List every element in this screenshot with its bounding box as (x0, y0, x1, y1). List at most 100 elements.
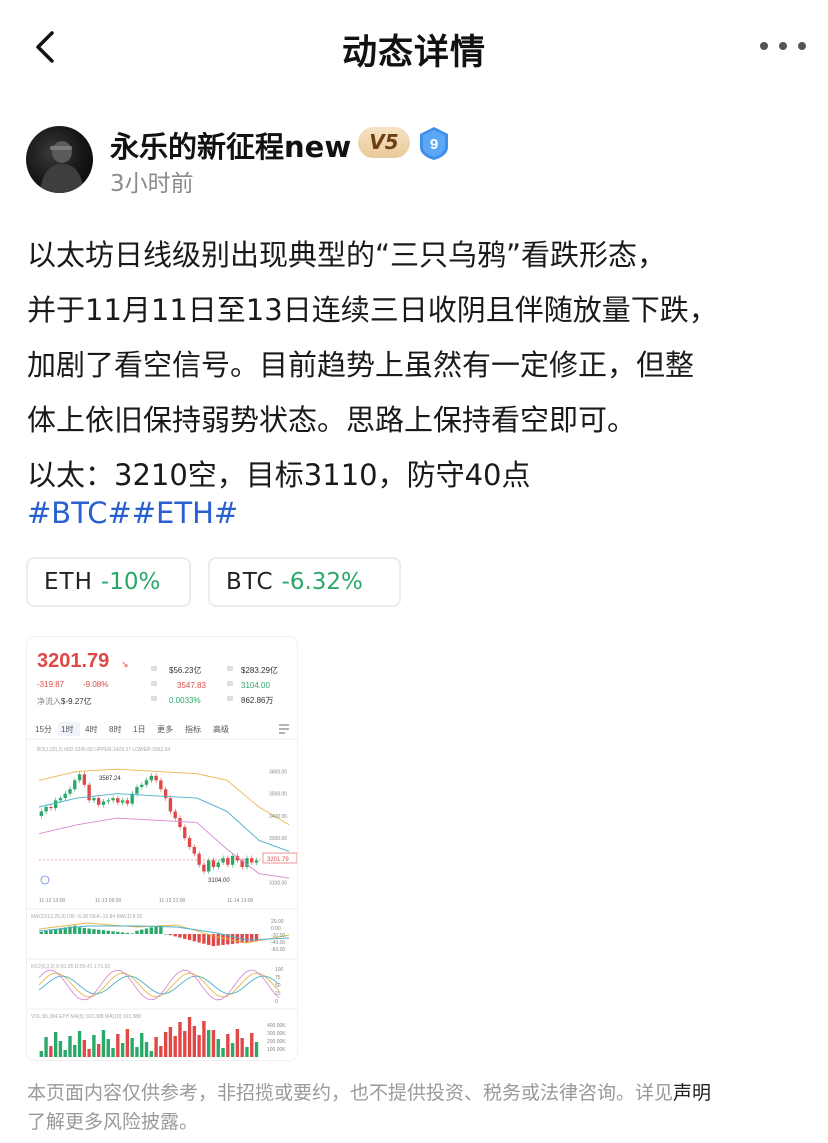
chart-candle (44, 807, 48, 812)
chart-stat: 862.86万 (241, 696, 273, 705)
chart-x-tick: 11-13 21:00 (159, 898, 186, 904)
chart-kdj-tick: 100 (275, 967, 284, 973)
chart-macd-bar (178, 934, 182, 938)
chart-macd-bar (206, 934, 211, 945)
chart-volume-bar (254, 1042, 259, 1057)
chart-candle (216, 862, 220, 867)
coin-symbol: BTC (226, 569, 274, 595)
chart-volume-bar (96, 1044, 101, 1057)
chart-macd-bar (163, 934, 168, 935)
chart-x-tick: 11-12 13:00 (39, 898, 66, 904)
chart-macd-bar (120, 932, 125, 934)
chart-volume-bar (168, 1027, 173, 1057)
chart-volume-bar (63, 1050, 67, 1057)
chart-indicator-legend: BOLL(20,2) MID:3245.66 UPPER:3429.37 LOW… (37, 747, 170, 753)
nav-bar: 动态详情 (0, 0, 828, 96)
vip-badge: V5 (358, 127, 410, 158)
chart-volume-bar (68, 1036, 72, 1057)
chart-macd-bar (82, 927, 87, 934)
chart-y-tick: 3100.00 (269, 881, 287, 887)
disclaimer-link[interactable]: 声明 (673, 1082, 711, 1104)
chart-volume-bar (140, 1033, 144, 1057)
risk-disclaimer: 本页面内容仅供参考，非招揽或要约，也不提供投资、税务或法律咨询。详见声明 了解更… (27, 1079, 817, 1137)
chart-kdj-tick: 25 (275, 991, 281, 997)
chart-candle (149, 775, 153, 781)
chart-price: 3201.79 (37, 650, 109, 672)
coin-symbol: ETH (44, 569, 93, 595)
chart-volume-bar (106, 1039, 110, 1057)
chart-candle (92, 798, 96, 801)
avatar[interactable] (26, 126, 93, 193)
level-badge: 9 (417, 125, 451, 161)
chart-volume-bar (245, 1047, 249, 1057)
chart-tab: 1时 (61, 724, 73, 734)
chart-kdj-tick: 0 (275, 999, 278, 1005)
more-dot-icon (779, 42, 787, 50)
chart-volume-bar (149, 1051, 153, 1057)
chart-macd-bar (168, 934, 173, 936)
author-name[interactable]: 永乐的新征程new (110, 124, 351, 166)
hashtag-links[interactable]: #BTC##ETH# (27, 496, 238, 530)
chart-volume-bar (183, 1031, 187, 1057)
disclaimer-text: 本页面内容仅供参考，非招揽或要约，也不提供投资、税务或法律咨询。详见 (27, 1082, 674, 1104)
chart-macd-bar (87, 928, 91, 934)
chart-volume-bar (235, 1029, 240, 1057)
chart-macd-bar (144, 928, 149, 934)
chart-y-tick: 3600.00 (269, 769, 287, 775)
chart-macd-bar (39, 931, 43, 934)
chart-macd-bar (183, 934, 187, 939)
chart-candle (101, 801, 106, 805)
chart-volume-bar (87, 1049, 91, 1057)
coin-change: -10% (100, 569, 161, 595)
chart-candle (183, 827, 187, 839)
chart-boll-lower-line (38, 817, 290, 879)
chart-volume-bar (178, 1022, 182, 1057)
chart-y-tick: 3400.00 (269, 814, 287, 820)
chart-macd-bar (202, 934, 206, 944)
chart-macd-tick: -60.00 (271, 947, 285, 953)
chart-macd-bar (221, 934, 225, 945)
chart-macd-bar (77, 927, 82, 934)
chart-macd-bar (135, 930, 139, 934)
chart-tab: 15分 (35, 725, 52, 734)
chart-candle (111, 798, 115, 801)
chart-macd-bar (44, 930, 48, 934)
chart-volume-bar (130, 1038, 134, 1057)
chart-vol-tick: 100.00K (267, 1047, 286, 1053)
chart-macd-bar (53, 929, 58, 934)
chart-candle (125, 800, 130, 804)
chart-volume-bar (216, 1039, 220, 1057)
avatar-figure-icon (40, 141, 84, 193)
chart-screenshot-image[interactable]: 3201.79 ↘ -319.87 -9.08% 净流入 $-9.27亿 $56… (26, 636, 298, 1061)
post-line: 以太坊日线级别出现典型的“三只乌鸦”看跌形态， (27, 238, 667, 272)
chart-kdj-j-line (38, 969, 280, 1001)
chart-candle (87, 784, 91, 801)
chart-stat: $283.29亿 (241, 665, 278, 675)
more-button[interactable] (760, 36, 806, 56)
chart-tab: 8时 (109, 724, 121, 734)
chart-macd-bar (235, 934, 240, 944)
chart-macd-tick: -40.00 (271, 940, 285, 946)
chart-candle (173, 811, 177, 819)
chart-macd-bar (192, 934, 197, 942)
coin-tag-btc[interactable]: BTC -6.32% (208, 557, 401, 607)
chart-candle (68, 789, 72, 794)
chart-candle (187, 838, 192, 847)
chart-candle (206, 860, 211, 872)
chart-volume-bar (230, 1043, 235, 1057)
disclaimer-tail: 了解更多风险披露。 (27, 1111, 199, 1133)
chart-macd-bar (125, 932, 130, 934)
chart-candle (96, 798, 101, 805)
chart-macd-tick: 20.00 (271, 919, 284, 925)
post-line: 体上依旧保持弱势状态。思路上保持看空即可。 (27, 403, 637, 437)
chart-macd-bar (92, 929, 96, 934)
chart-kdj-d-line (38, 975, 280, 995)
chart-candle (140, 784, 144, 787)
coin-tag-eth[interactable]: ETH -10% (26, 557, 191, 607)
chart-candle (144, 780, 149, 785)
chart-candle (73, 780, 77, 790)
chart-candle (221, 858, 225, 863)
chart-macd-bar (173, 934, 177, 937)
chart-candle (82, 774, 87, 785)
chart-change-pct: -9.08% (83, 680, 108, 689)
